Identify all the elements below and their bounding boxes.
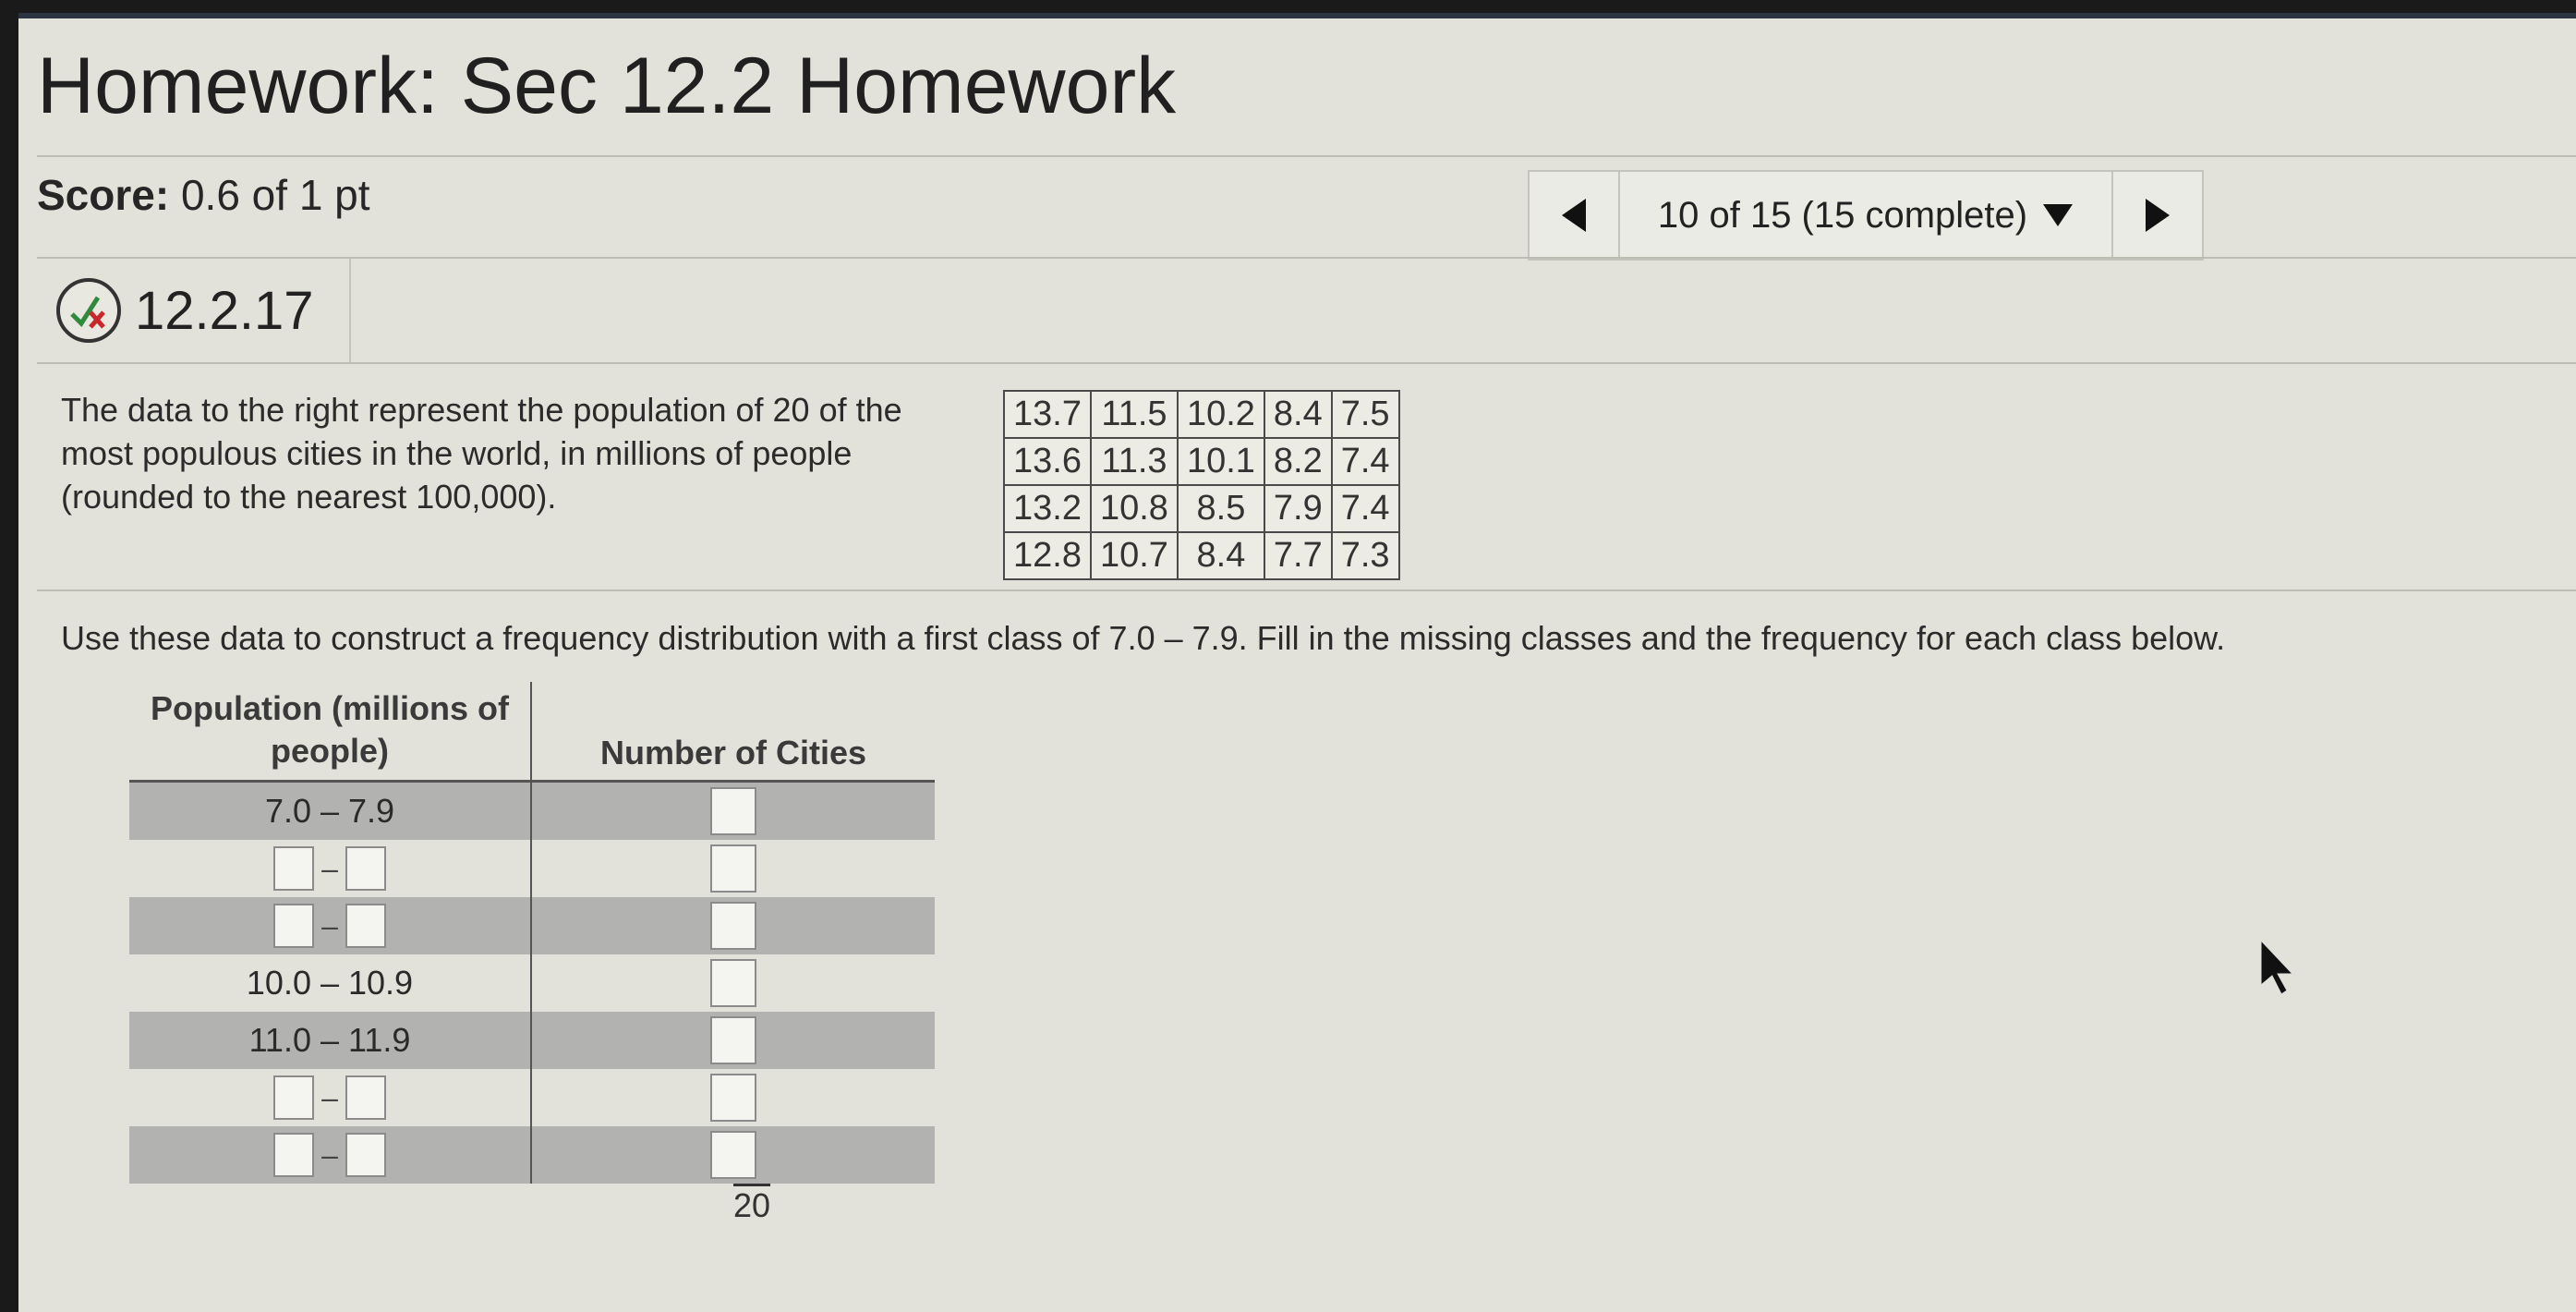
class-cell: 10.0 – 10.9 <box>129 954 532 1012</box>
previous-question-button[interactable] <box>1530 172 1618 259</box>
triangle-down-icon <box>2043 204 2074 226</box>
table-row: 11.0 – 11.9 <box>129 1012 935 1069</box>
frequency-input[interactable] <box>710 1016 756 1064</box>
question-selector-dropdown[interactable]: 10 of 15 (15 complete) <box>1618 172 2113 259</box>
frequency-cell <box>532 783 935 840</box>
frequency-input[interactable] <box>710 959 756 1007</box>
score-value: 0.6 of 1 pt <box>180 171 370 219</box>
class-cell: – <box>129 840 532 897</box>
frequency-cell <box>532 1126 935 1184</box>
frequency-input[interactable] <box>710 1074 756 1122</box>
table-row: – <box>129 840 935 897</box>
data-cell: 7.9 <box>1263 484 1333 533</box>
data-cell: 13.2 <box>1003 484 1092 533</box>
data-cell: 11.5 <box>1089 390 1179 439</box>
class-dash: – <box>321 1080 338 1114</box>
data-cell: 7.4 <box>1330 484 1400 533</box>
class-cell: 7.0 – 7.9 <box>129 783 532 840</box>
frequency-cell <box>532 1069 935 1126</box>
question-progress-text: 10 of 15 (15 complete) <box>1657 194 2028 236</box>
class-dash: – <box>321 908 338 942</box>
question-header: 12.2.17 <box>37 259 351 362</box>
class-lower-limit-input[interactable] <box>273 1075 314 1120</box>
partial-credit-icon <box>56 278 121 343</box>
frequency-input[interactable] <box>710 787 756 835</box>
data-cell: 8.4 <box>1263 390 1333 439</box>
data-cell: 10.8 <box>1089 484 1179 533</box>
class-dash: – <box>321 1137 338 1172</box>
class-label: 7.0 – 7.9 <box>264 792 395 830</box>
divider <box>37 589 2576 591</box>
frequency-cell <box>532 954 935 1012</box>
frequency-input[interactable] <box>710 844 756 893</box>
class-cell: – <box>129 1126 532 1184</box>
data-row: 13.7 11.5 10.2 8.4 7.5 <box>1003 390 1400 439</box>
class-cell: 11.0 – 11.9 <box>129 1012 532 1069</box>
frequency-distribution-table: Population (millions of people) Number o… <box>129 682 935 1184</box>
data-cell: 7.7 <box>1263 531 1333 580</box>
page-title: Homework: Sec 12.2 Homework <box>37 42 1177 130</box>
total-frequency: 20 <box>733 1186 771 1224</box>
mouse-cursor-icon <box>2260 939 2294 995</box>
column-header-population: Population (millions of people) <box>129 682 532 780</box>
data-row: 12.8 10.7 8.4 7.7 7.3 <box>1003 531 1400 580</box>
table-header: Population (millions of people) Number o… <box>129 682 935 783</box>
data-cell: 7.3 <box>1330 531 1400 580</box>
question-number: 12.2.17 <box>135 280 314 341</box>
class-dash: – <box>321 851 338 885</box>
table-row: – <box>129 897 935 954</box>
data-cell: 7.4 <box>1330 437 1400 486</box>
table-row: – <box>129 1126 935 1184</box>
question-navigator: 10 of 15 (15 complete) <box>1528 170 2204 261</box>
data-cell: 13.7 <box>1003 390 1092 439</box>
divider <box>37 362 2576 364</box>
class-upper-limit-input[interactable] <box>345 1133 386 1177</box>
score-label: Score: <box>37 171 170 219</box>
data-cell: 10.2 <box>1176 390 1265 439</box>
divider <box>37 257 2576 259</box>
class-upper-limit-input[interactable] <box>345 1075 386 1120</box>
problem-statement: The data to the right represent the popu… <box>61 391 902 516</box>
class-label: 10.0 – 10.9 <box>246 964 414 1002</box>
triangle-right-icon <box>2146 199 2170 232</box>
frequency-cell <box>532 897 935 954</box>
frequency-cell <box>532 1012 935 1069</box>
data-cell: 10.1 <box>1176 437 1265 486</box>
data-cell: 8.2 <box>1263 437 1333 486</box>
class-lower-limit-input[interactable] <box>273 1133 314 1177</box>
data-cell: 10.7 <box>1089 531 1179 580</box>
class-upper-limit-input[interactable] <box>345 904 386 948</box>
table-row: 7.0 – 7.9 <box>129 783 935 840</box>
triangle-left-icon <box>1562 199 1586 232</box>
table-row: – <box>129 1069 935 1126</box>
instruction-text: Use these data to construct a frequency … <box>61 619 2226 657</box>
population-data-table: 13.7 11.5 10.2 8.4 7.5 13.6 11.3 10.1 8.2 7.4 13.2… <box>1003 390 1400 580</box>
data-row: 13.6 11.3 10.1 8.2 7.4 <box>1003 437 1400 486</box>
frequency-cell <box>532 840 935 897</box>
data-cell: 8.5 <box>1176 484 1265 533</box>
data-row: 13.2 10.8 8.5 7.9 7.4 <box>1003 484 1400 533</box>
frequency-input[interactable] <box>710 1131 756 1179</box>
frequency-input[interactable] <box>710 902 756 950</box>
class-label: 11.0 – 11.9 <box>248 1021 411 1059</box>
column-header-number-of-cities: Number of Cities <box>599 734 867 771</box>
class-cell: – <box>129 897 532 954</box>
data-cell: 13.6 <box>1003 437 1092 486</box>
data-cell: 8.4 <box>1176 531 1265 580</box>
data-cell: 12.8 <box>1003 531 1092 580</box>
class-lower-limit-input[interactable] <box>273 904 314 948</box>
class-upper-limit-input[interactable] <box>345 846 386 891</box>
score-display: Score: 0.6 of 1 pt <box>37 170 370 220</box>
divider <box>37 155 2576 157</box>
homework-screen: Homework: Sec 12.2 Homework Score: 0.6 o… <box>18 13 2576 1312</box>
class-lower-limit-input[interactable] <box>273 846 314 891</box>
data-cell: 11.3 <box>1089 437 1179 486</box>
class-cell: – <box>129 1069 532 1126</box>
table-row: 10.0 – 10.9 <box>129 954 935 1012</box>
next-question-button[interactable] <box>2113 172 2202 259</box>
data-cell: 7.5 <box>1330 390 1400 439</box>
